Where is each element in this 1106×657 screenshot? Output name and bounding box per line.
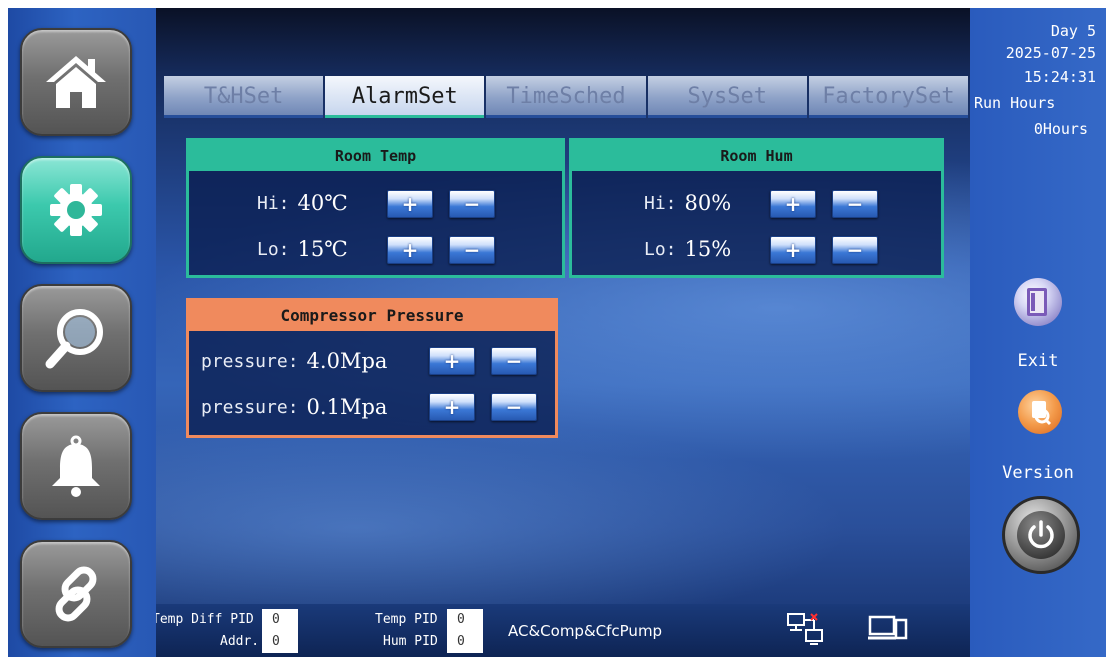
room-temp-hi-row: Hi: 40℃ — [257, 191, 348, 215]
room-hum-lo-minus-button[interactable]: − — [832, 236, 878, 264]
compressor-panel: Compressor Pressure pressure: 4.0Mpa + −… — [186, 298, 558, 438]
compressor-hi-value: 4.0Mpa — [306, 349, 388, 373]
room-temp-lo-minus-button[interactable]: − — [449, 236, 495, 264]
run-mode-text: AC&Comp&CfcPump — [508, 622, 663, 640]
tab-factory-set[interactable]: FactorySet — [808, 76, 969, 118]
tab-bar: T&HSet AlarmSet TimeSched SysSet Factory… — [164, 76, 970, 122]
hum-pid-label: Hum PID — [383, 634, 438, 649]
day-text: Day 5 — [1050, 22, 1096, 40]
room-hum-hi-value: 80% — [684, 191, 732, 215]
compressor-hi-minus-button[interactable]: − — [491, 347, 537, 375]
date-text: 2025-07-25 — [1005, 44, 1096, 62]
power-icon — [1028, 520, 1054, 549]
tab-sys-set[interactable]: SysSet — [647, 76, 807, 118]
gear-icon — [50, 184, 102, 236]
room-hum-hi-minus-button[interactable]: − — [832, 190, 878, 218]
hum-pid-value: 0 — [447, 631, 483, 653]
run-hours-value: 0Hours — [1033, 120, 1088, 138]
room-hum-hi-label: Hi: — [644, 192, 677, 214]
version-button[interactable] — [1018, 390, 1062, 434]
minus-icon: − — [846, 192, 864, 216]
device-icon — [868, 615, 908, 640]
room-hum-title: Room Hum — [572, 141, 941, 171]
time-text: 15:24:31 — [1023, 68, 1096, 86]
exit-button[interactable] — [1014, 278, 1062, 326]
bell-icon — [52, 435, 100, 497]
minus-icon: − — [846, 238, 864, 262]
room-hum-panel: Room Hum Hi: 80% + − Lo: 15% + − — [569, 138, 944, 278]
nav-home-button[interactable] — [20, 28, 132, 136]
room-temp-lo-label: Lo: — [257, 238, 290, 260]
nav-search-button[interactable] — [20, 284, 132, 392]
plus-icon: + — [401, 238, 419, 262]
room-hum-lo-plus-button[interactable]: + — [770, 236, 816, 264]
tab-th-set[interactable]: T&HSet — [164, 76, 324, 118]
plus-icon: + — [784, 192, 802, 216]
search-icon — [45, 309, 103, 369]
plus-icon: + — [443, 349, 461, 373]
nav-alarm-button[interactable] — [20, 412, 132, 520]
link-icon — [55, 566, 97, 622]
compressor-lo-label: pressure: — [201, 396, 299, 418]
compressor-lo-minus-button[interactable]: − — [491, 393, 537, 421]
minus-icon: − — [505, 349, 523, 373]
compressor-title: Compressor Pressure — [189, 301, 555, 331]
plus-icon: + — [401, 192, 419, 216]
temp-pid-value: 0 — [447, 609, 483, 631]
room-temp-lo-plus-button[interactable]: + — [387, 236, 433, 264]
nav-link-button[interactable] — [20, 540, 132, 648]
addr-label: Addr. — [220, 634, 260, 649]
room-hum-lo-value: 15% — [684, 237, 732, 261]
temp-diff-pid-label: Temp Diff PID — [156, 612, 254, 627]
compressor-lo-row: pressure: 0.1Mpa — [201, 395, 387, 419]
room-hum-hi-row: Hi: 80% — [644, 191, 731, 215]
exit-label: Exit — [1017, 351, 1059, 371]
compressor-hi-row: pressure: 4.0Mpa — [201, 349, 387, 373]
tab-alarm-set[interactable]: AlarmSet — [325, 76, 485, 118]
network-disconnected-icon — [787, 613, 823, 645]
plus-icon: + — [443, 395, 461, 419]
compressor-lo-value: 0.1Mpa — [306, 395, 388, 419]
temp-diff-pid-value: 0 — [262, 609, 298, 631]
run-hours-label: Run Hours — [974, 94, 1056, 112]
room-temp-title: Room Temp — [189, 141, 562, 171]
status-bar: Temp Diff PID 0 Addr. 0 Temp PID 0 Hum P… — [156, 604, 970, 657]
power-button[interactable] — [1002, 496, 1080, 574]
room-temp-hi-minus-button[interactable]: − — [449, 190, 495, 218]
compressor-lo-plus-button[interactable]: + — [429, 393, 475, 421]
main-content: T&HSet AlarmSet TimeSched SysSet Factory… — [156, 8, 970, 657]
door-icon — [1027, 288, 1047, 316]
minus-icon: − — [505, 395, 523, 419]
temp-pid-label: Temp PID — [375, 612, 438, 627]
room-temp-hi-plus-button[interactable]: + — [387, 190, 433, 218]
plus-icon: + — [784, 238, 802, 262]
room-temp-hi-value: 40℃ — [297, 191, 348, 215]
hmi-screen: T&HSet AlarmSet TimeSched SysSet Factory… — [8, 8, 1106, 657]
room-temp-lo-row: Lo: 15℃ — [257, 237, 348, 261]
room-hum-lo-label: Lo: — [644, 238, 677, 260]
minus-icon: − — [463, 192, 481, 216]
room-hum-lo-row: Lo: 15% — [644, 237, 731, 261]
home-icon — [46, 56, 106, 108]
version-icon — [1032, 401, 1052, 426]
nav-settings-button[interactable] — [20, 156, 132, 264]
compressor-hi-label: pressure: — [201, 350, 299, 372]
minus-icon: − — [463, 238, 481, 262]
addr-value: 0 — [262, 631, 298, 653]
compressor-hi-plus-button[interactable]: + — [429, 347, 475, 375]
room-temp-panel: Room Temp Hi: 40℃ + − Lo: 15℃ + − — [186, 138, 565, 278]
room-hum-hi-plus-button[interactable]: + — [770, 190, 816, 218]
room-temp-hi-label: Hi: — [257, 192, 290, 214]
right-sidebar: Day 5 2025-07-25 15:24:31 Run Hours 0Hou… — [970, 8, 1106, 657]
version-label: Version — [1002, 463, 1074, 483]
tab-time-sched[interactable]: TimeSched — [486, 76, 646, 118]
room-temp-lo-value: 15℃ — [297, 237, 348, 261]
left-nav — [8, 8, 156, 657]
